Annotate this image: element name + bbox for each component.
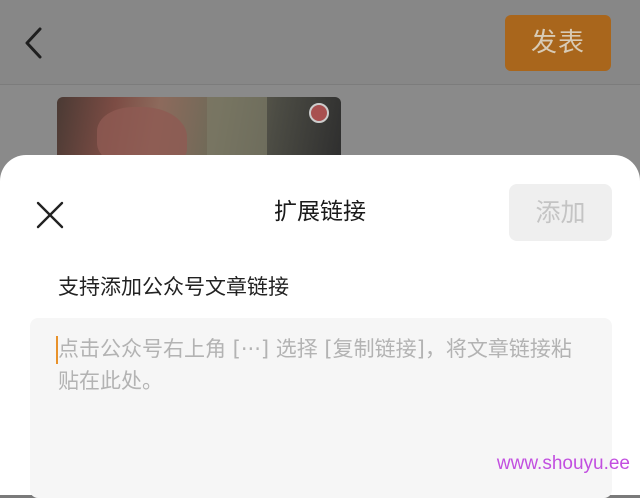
editor-header: 发表 (0, 0, 640, 85)
watermark: www.shouyu.ee (496, 453, 630, 474)
link-input-placeholder: 点击公众号右上角 [···] 选择 [复制链接]，将文章链接粘贴在此处。 (58, 337, 572, 393)
support-hint-text: 支持添加公众号文章链接 (58, 275, 289, 299)
publish-button[interactable]: 发表 (505, 15, 611, 71)
back-chevron-icon[interactable] (22, 26, 48, 60)
avatar (309, 103, 329, 123)
extend-link-sheet: 扩展链接 添加 支持添加公众号文章链接 点击公众号右上角 [···] 选择 [复… (0, 155, 640, 498)
add-button[interactable]: 添加 (509, 184, 612, 241)
